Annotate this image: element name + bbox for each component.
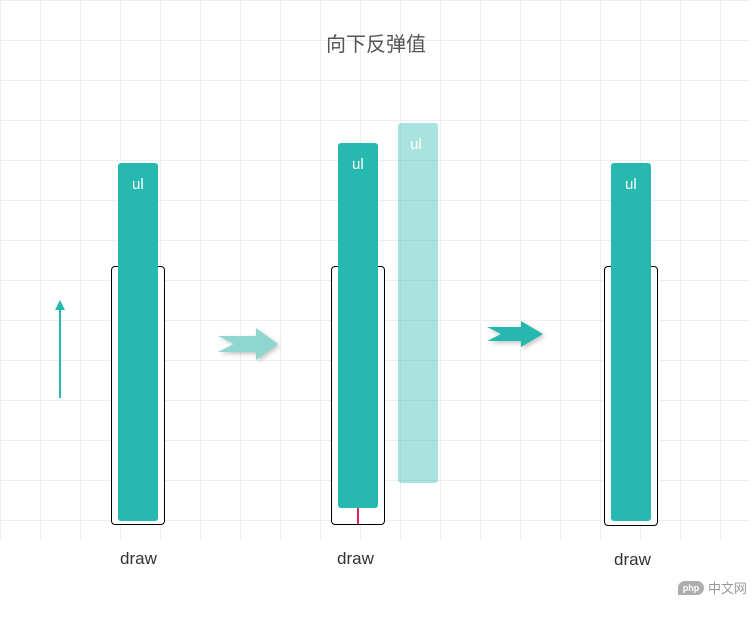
stage2-ul-element [338,143,378,508]
up-arrow-head-icon [55,300,65,310]
stage2-caption: draw [337,549,374,569]
stage2-ul-ghost-label: ul [410,136,422,153]
stage3-ul-element [611,163,651,521]
up-arrow-line [59,308,61,398]
diagram-title: 向下反弹值 [326,28,426,57]
stage3-caption: draw [614,550,651,570]
stage1-caption: draw [120,549,157,569]
arrow-right-icon [485,319,549,351]
stage2-bounce-indicator [357,508,359,524]
watermark: php 中文网 [678,578,747,597]
stage1-ul-label: ul [132,176,144,193]
stage2-ul-label: ul [352,156,364,173]
stage3-ul-label: ul [625,176,637,193]
watermark-text: 中文网 [708,578,747,597]
stage2-ul-ghost-element [398,123,438,483]
watermark-logo-icon: php [678,581,704,595]
stage1-ul-element [118,163,158,521]
arrow-right-icon [216,326,284,364]
